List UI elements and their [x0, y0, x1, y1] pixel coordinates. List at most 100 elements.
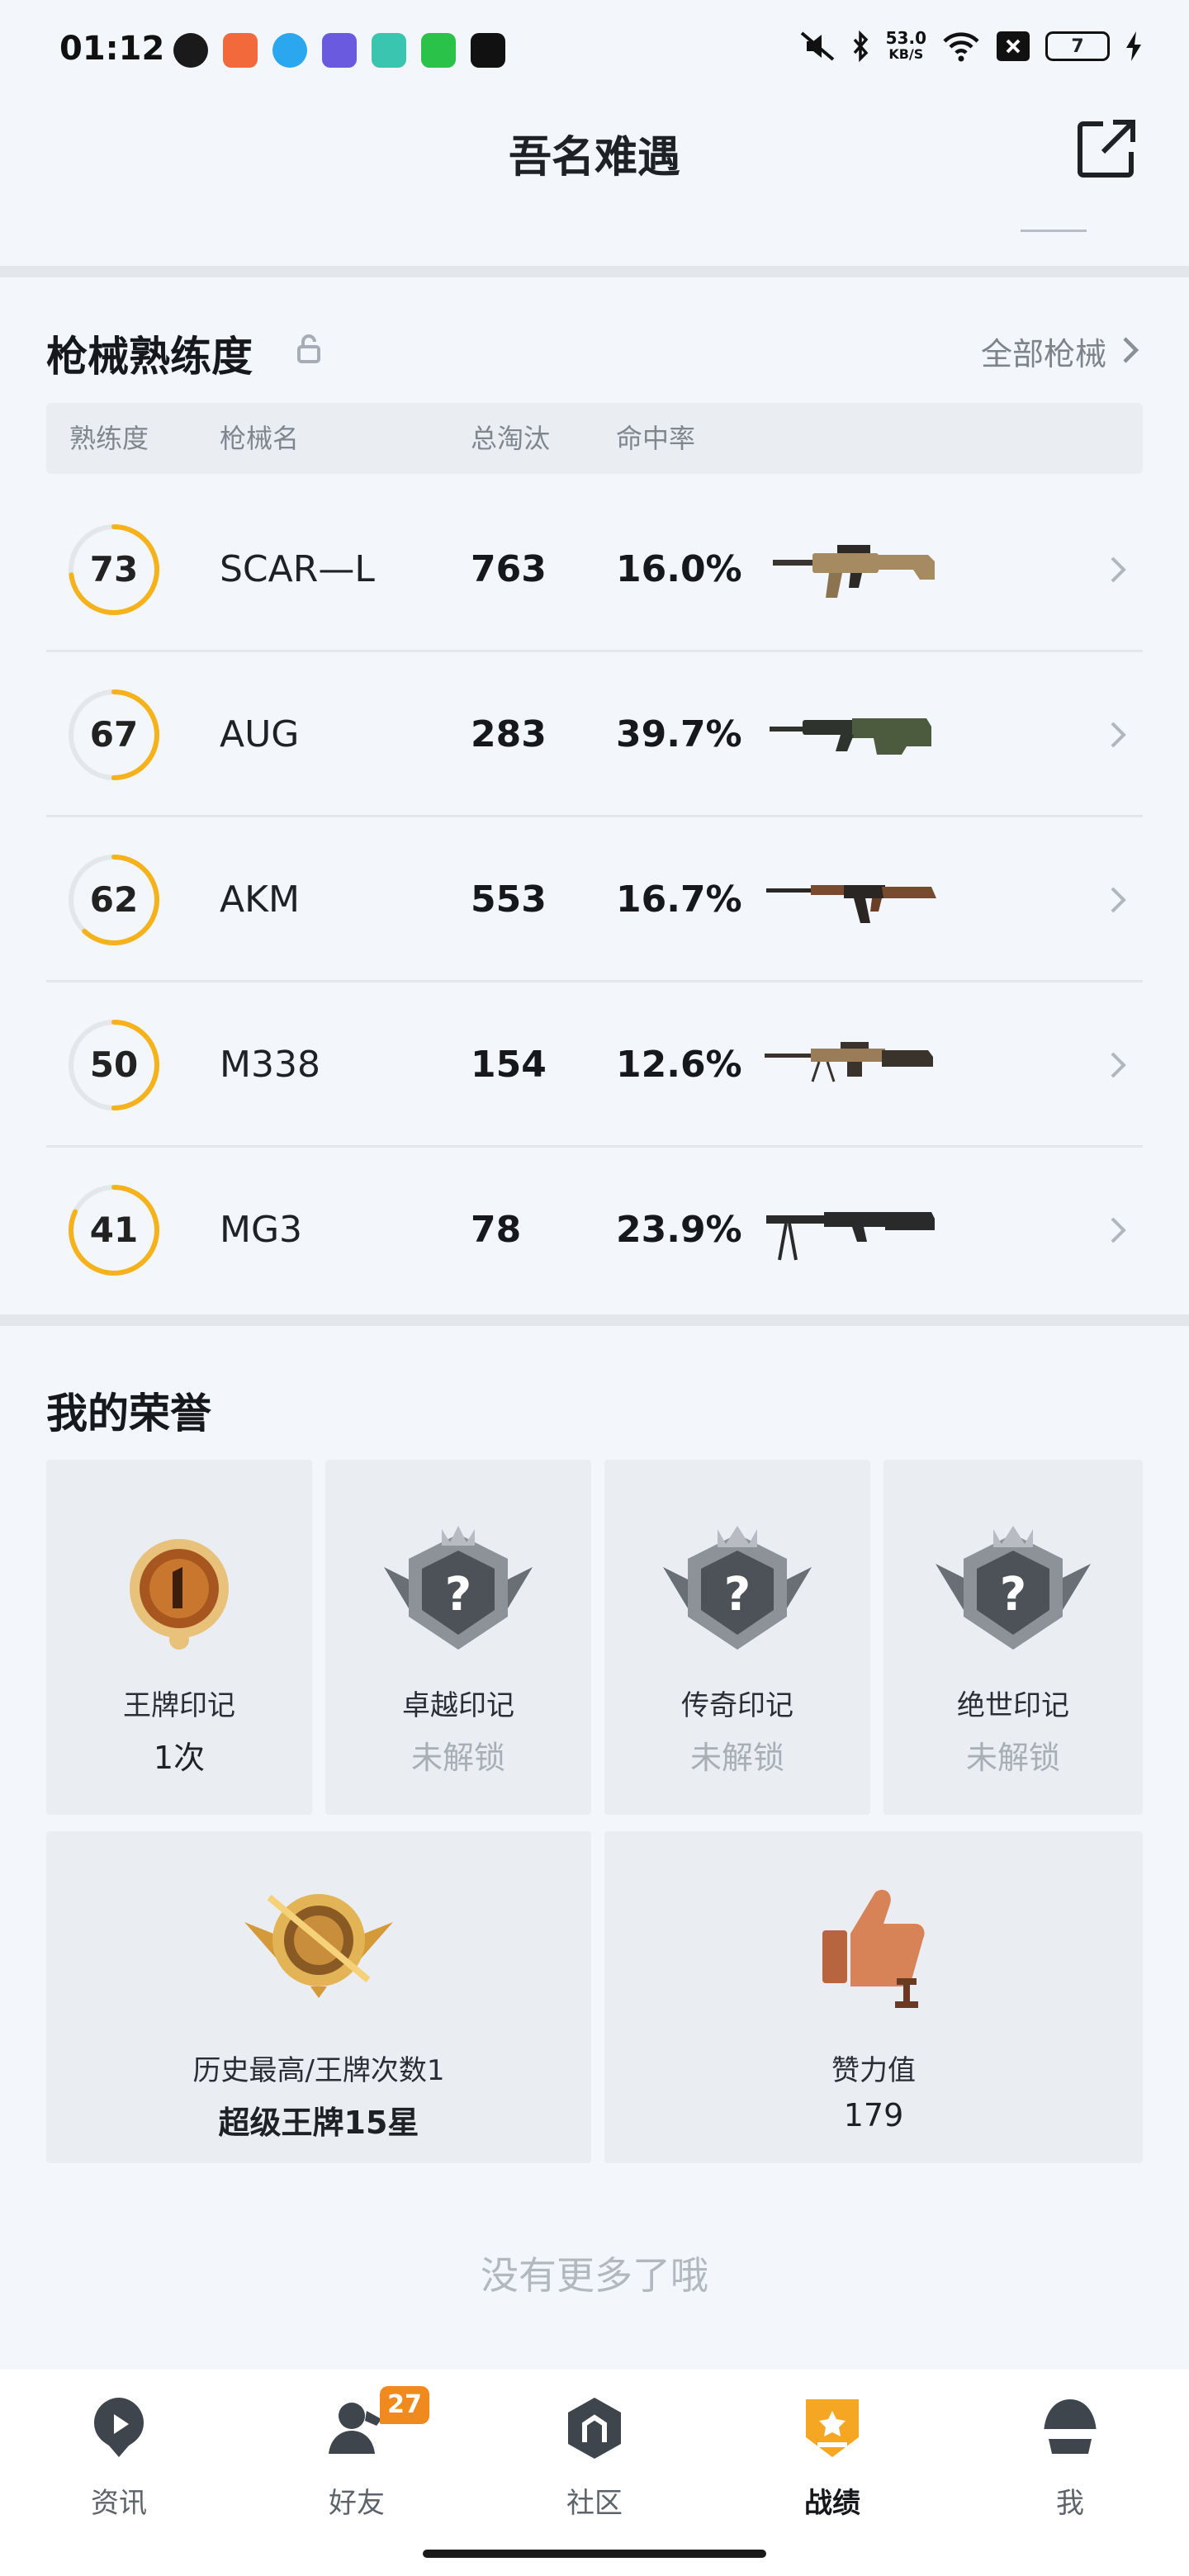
nav-item-community[interactable]: 社区	[512, 2394, 677, 2526]
weapon-name: AUG	[220, 713, 300, 755]
proficiency-level: 67	[89, 714, 139, 755]
nav-label: 我	[1056, 2487, 1084, 2520]
column-weapon-name: 枪械名	[220, 423, 300, 454]
column-hit-rate: 命中率	[616, 423, 696, 454]
weapon-row-m338[interactable]: 50 M338 154 12.6%	[46, 983, 1143, 1148]
weapon-row-mg3[interactable]: 41 MG3 78 23.9%	[46, 1148, 1143, 1313]
chevron-right-icon[interactable]	[1108, 718, 1128, 751]
message-app-icon	[372, 33, 406, 68]
nav-item-stats[interactable]: 战绩	[750, 2394, 915, 2526]
honor-card-label: 王牌印记	[123, 1689, 235, 1722]
status-time: 01:12	[59, 30, 165, 68]
honor-card-ace-mark[interactable]: 王牌印记 1次	[46, 1460, 312, 1815]
share-icon[interactable]	[1075, 117, 1138, 180]
chevron-right-icon[interactable]	[1120, 334, 1141, 367]
m338-gun-image	[765, 1042, 933, 1082]
ace-rank-emblem-icon	[244, 1894, 393, 1998]
weapon-row-scar-l[interactable]: 73 SCAR—L 763 16.0%	[46, 487, 1143, 652]
nav-item-me[interactable]: 我	[988, 2394, 1153, 2526]
weapon-name: MG3	[220, 1209, 303, 1251]
nav-label: 好友	[329, 2487, 385, 2520]
nav-label: 战绩	[804, 2487, 860, 2520]
status-app-icons	[173, 33, 505, 68]
honor-card-label: 传奇印记	[681, 1689, 793, 1722]
close-box-icon	[997, 31, 1030, 61]
weapon-name: SCAR—L	[220, 548, 375, 590]
honor-card-label: 绝世印记	[957, 1689, 1069, 1722]
weapon-section-title: 枪械熟练度	[46, 333, 253, 381]
proficiency-level: 62	[89, 879, 139, 920]
weapon-kills: 154	[471, 1044, 547, 1086]
qq-app-icon	[272, 33, 307, 68]
anime-app-icon	[322, 33, 357, 68]
scar-l-rifle-image	[773, 545, 935, 598]
weapon-hit-rate: 16.0%	[616, 548, 742, 590]
nav-item-news[interactable]: 资讯	[36, 2394, 201, 2526]
bluetooth-icon	[853, 30, 869, 63]
svg-text:?: ?	[1000, 1568, 1026, 1622]
all-weapons-link[interactable]: 全部枪械	[981, 329, 1106, 374]
game-app-icon	[223, 33, 258, 68]
weapon-hit-rate: 23.9%	[616, 1209, 742, 1251]
weapon-kills: 763	[471, 548, 547, 590]
lock-icon[interactable]	[296, 334, 322, 363]
weapon-hit-rate: 12.6%	[616, 1044, 742, 1086]
douyin-app-icon	[471, 33, 505, 68]
wifi-icon	[943, 32, 979, 62]
nav-label: 社区	[566, 2487, 623, 2520]
weapon-kills: 553	[471, 878, 547, 921]
tab-indicator	[1021, 230, 1087, 232]
honor-card-highest-rank[interactable]: 历史最高/王牌次数1 超级王牌15星	[46, 1831, 591, 2163]
honor-card-likes[interactable]: 赞力值 179	[604, 1831, 1143, 2163]
helmet-icon	[1044, 2399, 1097, 2454]
weapon-name: AKM	[220, 878, 300, 921]
akm-rifle-image	[766, 885, 936, 923]
honor-section-title: 我的荣誉	[46, 1390, 211, 1437]
weapon-hit-rate: 39.7%	[616, 713, 742, 755]
honor-card-label: 卓越印记	[402, 1689, 514, 1722]
proficiency-level: 73	[89, 549, 139, 590]
mg3-machine-gun-image	[766, 1212, 935, 1261]
honor-card-excellence-mark[interactable]: ? 卓越印记 未解锁	[325, 1460, 591, 1815]
honor-card-peerless-mark[interactable]: ? 绝世印记 未解锁	[883, 1460, 1143, 1815]
column-total-kills: 总淘汰	[471, 423, 551, 454]
charging-icon	[1126, 31, 1141, 61]
column-proficiency: 熟练度	[69, 423, 149, 454]
honor-card-legend-mark[interactable]: ? 传奇印记 未解锁	[604, 1460, 870, 1815]
thumbs-up-icon	[822, 1889, 925, 2008]
weapon-name: M338	[220, 1044, 320, 1086]
likes-label: 赞力值	[831, 2054, 916, 2087]
weapon-row-aug[interactable]: 67 AUG 283 39.7%	[46, 652, 1143, 817]
chevron-right-icon[interactable]	[1108, 553, 1128, 586]
community-icon	[568, 2398, 621, 2459]
chevron-right-icon[interactable]	[1108, 1214, 1128, 1247]
weapon-row-akm[interactable]: 62 AKM 553 16.7%	[46, 817, 1143, 983]
bottom-nav: 资讯 27 好友 社区 战绩 我	[0, 2370, 1189, 2576]
svg-text:?: ?	[445, 1568, 471, 1622]
weapon-kills: 78	[471, 1209, 522, 1251]
honor-card-value: 未解锁	[965, 1740, 1060, 1776]
section-divider	[0, 266, 1189, 277]
weapon-table-header: 熟练度 枪械名 总淘汰 命中率	[46, 403, 1143, 474]
friends-count-badge: 27	[380, 2386, 429, 2424]
home-indicator[interactable]	[423, 2550, 766, 2558]
shield-app-icon	[173, 33, 208, 68]
section-divider	[0, 1314, 1189, 1326]
battery-indicator: 7	[1045, 31, 1110, 61]
nav-item-friends[interactable]: 27 好友	[274, 2386, 439, 2526]
honor-card-value: 未解锁	[410, 1740, 505, 1776]
chevron-right-icon[interactable]	[1108, 883, 1128, 916]
status-bar: 01:12 53.0 KB/S 7	[0, 0, 1189, 99]
chevron-right-icon[interactable]	[1108, 1049, 1128, 1082]
nav-label: 资讯	[91, 2487, 147, 2520]
status-right: 53.0 KB/S 7	[798, 30, 1143, 63]
locked-badge-icon: ?	[936, 1526, 1091, 1650]
mute-icon	[800, 31, 834, 61]
ace-medal-icon	[130, 1539, 229, 1650]
locked-badge-icon: ?	[384, 1526, 533, 1650]
weapon-hit-rate: 16.7%	[616, 878, 742, 921]
locked-badge-icon: ?	[663, 1526, 812, 1650]
honor-card-value: 未解锁	[689, 1740, 784, 1776]
proficiency-level: 41	[89, 1210, 139, 1250]
wechat-app-icon	[421, 33, 456, 68]
